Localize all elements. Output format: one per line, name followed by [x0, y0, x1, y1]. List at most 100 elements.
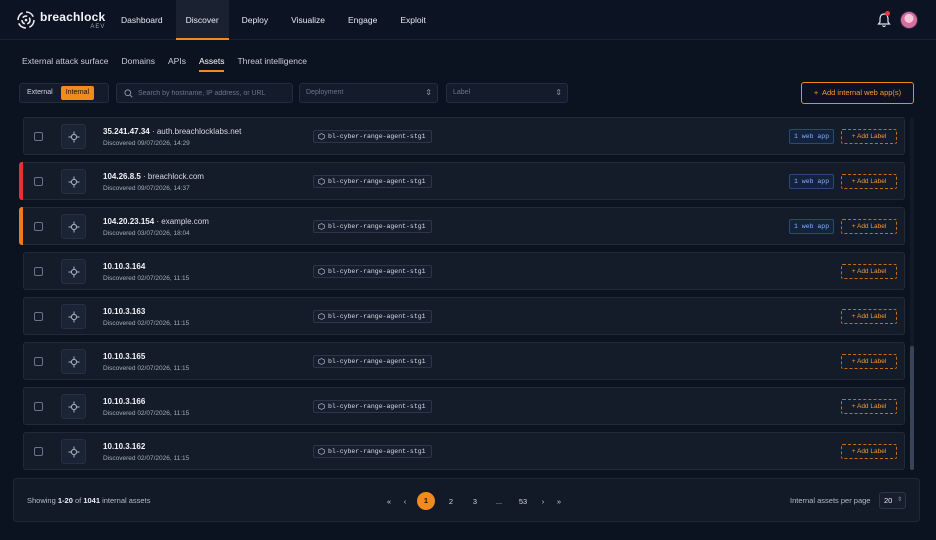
search-input[interactable] [138, 86, 288, 100]
nav-item-engage[interactable]: Engage [338, 0, 387, 40]
tab-apis[interactable]: APIs [168, 56, 186, 72]
table-row[interactable]: 104.26.8.5 · breachlock.com Discovered 09… [19, 162, 905, 200]
asset-title[interactable]: 104.26.8.5 · breachlock.com [103, 172, 204, 181]
row-checkbox[interactable] [34, 267, 43, 276]
add-internal-web-app-button[interactable]: + Add internal web app(s) [801, 82, 914, 104]
agent-name: bl-cyber-range-agent-stg1 [328, 313, 426, 320]
crosshair-icon [68, 311, 80, 323]
row-checkbox[interactable] [34, 447, 43, 456]
tab-domains[interactable]: Domains [121, 56, 155, 72]
agent-cube-icon [318, 448, 325, 455]
table-row[interactable]: 10.10.3.163 Discovered 02/07/2026, 11:15 b… [23, 297, 905, 335]
internal-toggle[interactable]: Internal [60, 86, 95, 100]
add-label-button[interactable]: + Add Label [841, 399, 897, 414]
brand-logo[interactable]: breachlock AEV [16, 10, 105, 30]
severity-stripe [19, 207, 23, 245]
asset-ip: 104.20.23.154 [103, 217, 155, 226]
search-icon [124, 89, 133, 98]
table-row[interactable]: 10.10.3.165 Discovered 02/07/2026, 11:15 b… [23, 342, 905, 380]
page-3-button[interactable]: 3 [467, 497, 483, 506]
external-toggle[interactable]: External [22, 86, 58, 100]
crosshair-icon [68, 221, 80, 233]
table-row[interactable]: 104.20.23.154 · example.com Discovered 03… [19, 207, 905, 245]
scrollbar-thumb[interactable] [910, 346, 914, 470]
asset-type-tile [61, 214, 86, 239]
asset-title[interactable]: 10.10.3.166 [103, 397, 145, 406]
add-label-button[interactable]: + Add Label [841, 219, 897, 234]
add-label-button[interactable]: + Add Label [841, 444, 897, 459]
tab-external-attack-surface[interactable]: External attack surface [22, 56, 108, 72]
agent-chip: bl-cyber-range-agent-stg1 [313, 400, 432, 413]
next-page-button[interactable]: › [539, 497, 547, 506]
page-2-button[interactable]: 2 [443, 497, 459, 506]
agent-name: bl-cyber-range-agent-stg1 [328, 133, 426, 140]
label-select[interactable]: Label ⇕ [446, 83, 568, 103]
per-page-value: 20 [884, 496, 893, 505]
crosshair-icon [68, 176, 80, 188]
pagination-ellipsis: ... [495, 496, 503, 506]
row-checkbox[interactable] [34, 222, 43, 231]
deployment-select-label: Deployment [306, 89, 344, 96]
add-label-button[interactable]: + Add Label [841, 309, 897, 324]
asset-ip: 10.10.3.166 [103, 397, 146, 406]
asset-discovered-date: Discovered 02/07/2026, 11:15 [103, 410, 190, 417]
asset-title[interactable]: 35.241.47.34 · auth.breachlocklabs.net [103, 127, 241, 136]
web-app-count-badge[interactable]: 1 web app [789, 174, 835, 189]
asset-discovered-date: Discovered 09/07/2026, 14:29 [103, 140, 190, 147]
pager: « ‹ 1 2 3... 53 › » [385, 492, 571, 510]
table-row[interactable]: 10.10.3.166 Discovered 02/07/2026, 11:15 b… [23, 387, 905, 425]
deployment-select[interactable]: Deployment ⇕ [299, 83, 438, 103]
search-box [116, 83, 293, 103]
web-app-count-badge[interactable]: 1 web app [789, 129, 835, 144]
asset-title[interactable]: 10.10.3.165 [103, 352, 145, 361]
asset-title[interactable]: 104.20.23.154 · example.com [103, 217, 209, 226]
agent-name: bl-cyber-range-agent-stg1 [328, 358, 426, 365]
nav-item-deploy[interactable]: Deploy [232, 0, 278, 40]
agent-cube-icon [318, 403, 325, 410]
page-1-button[interactable]: 1 [417, 492, 435, 510]
table-row[interactable]: 35.241.47.34 · auth.breachlocklabs.net Di… [23, 117, 905, 155]
crosshair-icon [68, 401, 80, 413]
add-label-button[interactable]: + Add Label [841, 129, 897, 144]
brand-name: breachlock [40, 9, 106, 24]
showing-total: 1041 [83, 496, 100, 505]
asset-type-tile [61, 169, 86, 194]
asset-type-tile [61, 394, 86, 419]
row-checkbox[interactable] [34, 132, 43, 141]
agent-name: bl-cyber-range-agent-stg1 [328, 223, 426, 230]
agent-chip: bl-cyber-range-agent-stg1 [313, 130, 432, 143]
table-row[interactable]: 10.10.3.162 Discovered 02/07/2026, 11:15 b… [23, 432, 905, 470]
web-app-count-badge[interactable]: 1 web app [789, 219, 835, 234]
asset-discovered-date: Discovered 03/07/2026, 18:04 [103, 230, 190, 237]
asset-type-toggle: External Internal [19, 83, 109, 103]
agent-name: bl-cyber-range-agent-stg1 [328, 178, 426, 185]
add-label-button[interactable]: + Add Label [841, 264, 897, 279]
per-page-select[interactable]: 20 ⇕ [879, 492, 906, 509]
row-checkbox[interactable] [34, 177, 43, 186]
nav-item-dashboard[interactable]: Dashboard [111, 0, 173, 40]
nav-item-visualize[interactable]: Visualize [281, 0, 335, 40]
page-53-button[interactable]: 53 [515, 497, 531, 506]
agent-name: bl-cyber-range-agent-stg1 [328, 268, 426, 275]
table-row[interactable]: 10.10.3.164 Discovered 02/07/2026, 11:15 b… [23, 252, 905, 290]
agent-chip: bl-cyber-range-agent-stg1 [313, 220, 432, 233]
first-page-button[interactable]: « [385, 497, 393, 506]
row-checkbox[interactable] [34, 402, 43, 411]
prev-page-button[interactable]: ‹ [401, 497, 409, 506]
add-label-button[interactable]: + Add Label [841, 354, 897, 369]
row-checkbox[interactable] [34, 312, 43, 321]
last-page-button[interactable]: » [555, 497, 563, 506]
nav-item-discover[interactable]: Discover [175, 0, 229, 40]
nav-item-exploit[interactable]: Exploit [390, 0, 436, 40]
asset-title[interactable]: 10.10.3.163 [103, 307, 145, 316]
avatar[interactable] [900, 11, 918, 29]
per-page-label: Internal assets per page [790, 496, 871, 505]
row-checkbox[interactable] [34, 357, 43, 366]
tab-threat-intelligence[interactable]: Threat intelligence [237, 56, 306, 72]
asset-title[interactable]: 10.10.3.164 [103, 262, 145, 271]
add-label-button[interactable]: + Add Label [841, 174, 897, 189]
asset-title[interactable]: 10.10.3.162 [103, 442, 145, 451]
severity-stripe [19, 162, 23, 200]
tab-assets[interactable]: Assets [198, 56, 225, 72]
asset-ip: 10.10.3.164 [103, 262, 146, 271]
